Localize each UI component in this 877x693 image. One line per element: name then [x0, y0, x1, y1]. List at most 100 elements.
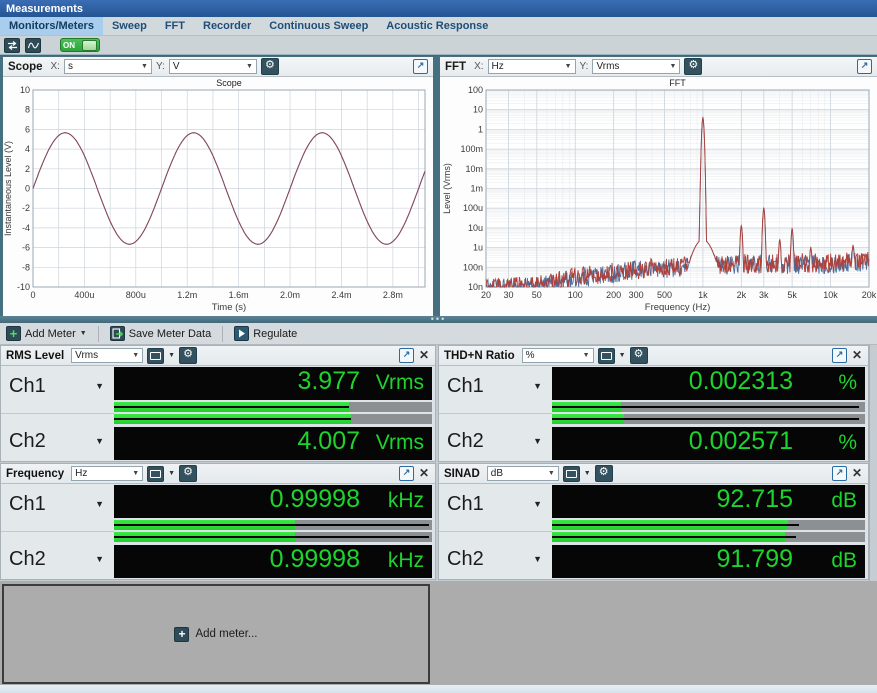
- meter-panel-frequency: Frequency Hz▼ ▼ ⚙ ↗ ✕ Ch1▼ Ch2▼ 0.99998k…: [0, 463, 436, 580]
- meter-unit-select[interactable]: dB▼: [487, 466, 559, 481]
- channel-selector-ch2[interactable]: Ch2▼: [1, 421, 114, 461]
- level-bar-ch1: [552, 520, 865, 530]
- meter-settings-gear-icon[interactable]: ⚙: [179, 347, 197, 364]
- measurement-tabs: Monitors/Meters Sweep FFT Recorder Conti…: [0, 17, 877, 36]
- chevron-down-icon: ▼: [533, 499, 542, 509]
- meter-scrollbar[interactable]: [869, 345, 877, 581]
- channel-selector-ch1[interactable]: Ch1▼: [1, 366, 114, 406]
- svg-text:10u: 10u: [468, 223, 483, 233]
- svg-text:1.6m: 1.6m: [229, 290, 249, 300]
- scope-y-unit-select[interactable]: V▼: [169, 59, 257, 74]
- meter-settings-gear-icon[interactable]: ⚙: [630, 347, 648, 364]
- meter-expand-icon[interactable]: ↗: [399, 466, 414, 481]
- channel-selector-ch1[interactable]: Ch1▼: [439, 366, 552, 406]
- close-icon[interactable]: ✕: [851, 349, 863, 362]
- svg-text:0: 0: [25, 184, 30, 194]
- display-mode-icon[interactable]: [563, 466, 580, 482]
- fft-x-unit-select[interactable]: Hz▼: [488, 59, 576, 74]
- meter-body: Ch1▼ Ch2▼ 3.977Vrms 4.007Vrms: [1, 366, 435, 461]
- chevron-down-icon: ▼: [533, 554, 542, 564]
- scope-panel-header: Scope X: s▼ Y: V▼ ⚙ ↗: [3, 57, 433, 77]
- svg-text:30: 30: [503, 290, 513, 300]
- add-meter-button[interactable]: + Add Meter ▼: [3, 326, 90, 341]
- meter-unit-select[interactable]: Hz▼: [71, 466, 143, 481]
- add-meter-dropzone[interactable]: + Add meter...: [2, 584, 430, 684]
- meter-settings-gear-icon[interactable]: ⚙: [179, 465, 197, 482]
- chevron-down-icon: ▼: [141, 63, 148, 70]
- chevron-down-icon: ▼: [619, 352, 626, 359]
- chevron-down-icon: ▼: [132, 470, 139, 477]
- generator-on-toggle[interactable]: ON: [60, 38, 100, 52]
- tab-continuous-sweep[interactable]: Continuous Sweep: [260, 17, 377, 35]
- tab-monitors-meters[interactable]: Monitors/Meters: [0, 17, 103, 35]
- fft-panel: FFT X: Hz▼ Y: Vrms▼ ⚙ ↗ 2030501002003005…: [440, 57, 877, 316]
- meter-expand-icon[interactable]: ↗: [399, 348, 414, 363]
- level-bar-ch2: [552, 532, 865, 542]
- chevron-down-icon: ▼: [246, 63, 253, 70]
- close-icon[interactable]: ✕: [418, 467, 430, 480]
- meter-unit-select[interactable]: %▼: [522, 348, 594, 363]
- svg-text:0: 0: [30, 290, 35, 300]
- channel-selector-ch1[interactable]: Ch1▼: [439, 484, 552, 524]
- meter-dock-empty-area: + Add meter...: [0, 581, 877, 685]
- scope-panel-title: Scope: [8, 61, 43, 73]
- channel-selector-ch2[interactable]: Ch2▼: [439, 421, 552, 461]
- meter-title: RMS Level: [6, 350, 64, 362]
- meter-display-ch1: 3.977Vrms: [114, 367, 432, 400]
- meter-panel-rms-level: RMS Level Vrms▼ ▼ ⚙ ↗ ✕ Ch1▼ Ch2▼ 3.977V…: [0, 345, 436, 462]
- meter-body: Ch1▼ Ch2▼ 0.99998kHz 0.99998kHz: [1, 484, 435, 579]
- svg-text:-6: -6: [22, 243, 30, 253]
- horizontal-splitter[interactable]: •••: [0, 316, 877, 323]
- level-bar-ch1: [114, 402, 432, 412]
- channel-selector-ch1[interactable]: Ch1▼: [1, 484, 114, 524]
- io-connector-icon[interactable]: [4, 38, 20, 53]
- scope-graph[interactable]: -10-8-6-4-202468100400u800u1.2m1.6m2.0m2…: [3, 77, 433, 315]
- tab-recorder[interactable]: Recorder: [194, 17, 260, 35]
- graph-panels-region: Scope X: s▼ Y: V▼ ⚙ ↗ -10-8-6-4-20246810…: [0, 55, 877, 316]
- meter-panel-sinad: SINAD dB▼ ▼ ⚙ ↗ ✕ Ch1▼ Ch2▼ 92.715dB 91.…: [438, 463, 869, 580]
- svg-text:500: 500: [657, 290, 672, 300]
- meter-settings-gear-icon[interactable]: ⚙: [595, 465, 613, 482]
- scope-expand-icon[interactable]: ↗: [413, 59, 428, 74]
- display-mode-icon[interactable]: [147, 348, 164, 364]
- chevron-down-icon: ▼: [565, 63, 572, 70]
- display-mode-icon[interactable]: [147, 466, 164, 482]
- svg-text:400u: 400u: [74, 290, 94, 300]
- regulate-button[interactable]: Regulate: [231, 326, 300, 341]
- fft-y-unit-select[interactable]: Vrms▼: [592, 59, 680, 74]
- fft-graph[interactable]: 2030501002003005001k2k3k5k10k20k10010110…: [440, 77, 877, 315]
- svg-text:Instantaneous Level (V): Instantaneous Level (V): [3, 141, 13, 236]
- meter-unit-select[interactable]: Vrms▼: [71, 348, 143, 363]
- tab-acoustic-response[interactable]: Acoustic Response: [377, 17, 497, 35]
- meter-expand-icon[interactable]: ↗: [832, 466, 847, 481]
- chevron-down-icon: ▼: [548, 470, 555, 477]
- level-bar-ch1: [552, 402, 865, 412]
- svg-text:-4: -4: [22, 223, 30, 233]
- scope-settings-gear-icon[interactable]: ⚙: [261, 58, 279, 75]
- svg-text:Scope: Scope: [216, 78, 242, 88]
- add-meter-plus-icon: +: [6, 326, 21, 341]
- meter-expand-icon[interactable]: ↗: [832, 348, 847, 363]
- generator-waveform-icon[interactable]: [25, 38, 41, 53]
- save-meter-data-button[interactable]: Save Meter Data: [107, 326, 215, 341]
- display-mode-icon[interactable]: [598, 348, 615, 364]
- meter-display-ch1: 92.715dB: [552, 485, 865, 518]
- fft-expand-icon[interactable]: ↗: [857, 59, 872, 74]
- svg-text:50: 50: [532, 290, 542, 300]
- chevron-down-icon: ▼: [533, 436, 542, 446]
- meter-header: THD+N Ratio %▼ ▼ ⚙ ↗ ✕: [439, 346, 868, 366]
- channel-selector-ch2[interactable]: Ch2▼: [439, 539, 552, 579]
- tab-fft[interactable]: FFT: [156, 17, 194, 35]
- fft-settings-gear-icon[interactable]: ⚙: [684, 58, 702, 75]
- scope-x-unit-select[interactable]: s▼: [64, 59, 152, 74]
- channel-selector-ch2[interactable]: Ch2▼: [1, 539, 114, 579]
- svg-text:-2: -2: [22, 203, 30, 213]
- svg-text:1k: 1k: [698, 290, 708, 300]
- close-icon[interactable]: ✕: [418, 349, 430, 362]
- meter-grid: RMS Level Vrms▼ ▼ ⚙ ↗ ✕ Ch1▼ Ch2▼ 3.977V…: [0, 345, 877, 581]
- svg-text:100u: 100u: [463, 203, 483, 213]
- tab-sweep[interactable]: Sweep: [103, 17, 156, 35]
- close-icon[interactable]: ✕: [851, 467, 863, 480]
- svg-text:10k: 10k: [823, 290, 838, 300]
- svg-text:100: 100: [568, 290, 583, 300]
